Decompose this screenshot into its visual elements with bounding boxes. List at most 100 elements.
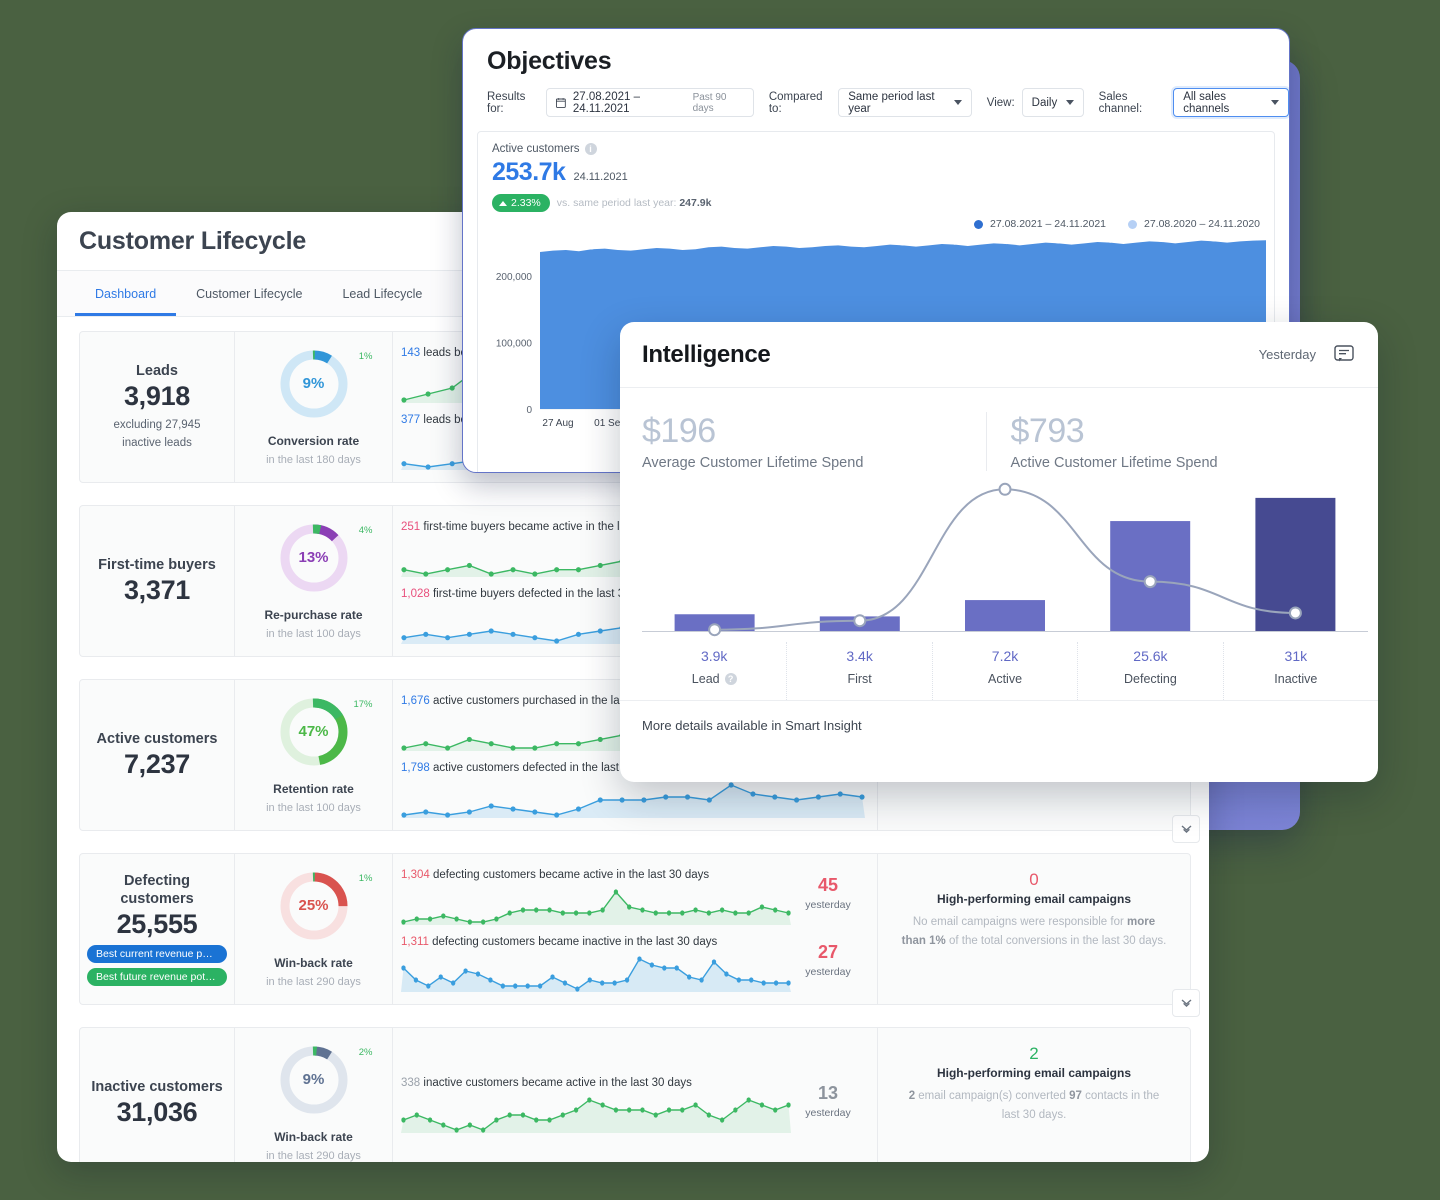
lifecycle-rate-donut: 25% 1% Win-back rate in the last 290 days [235, 854, 393, 1004]
intelligence-footer[interactable]: More details available in Smart Insight [620, 700, 1378, 733]
chart-category-defecting[interactable]: 25.6k Defecting [1077, 642, 1222, 700]
kpi-label: Inactive customers [91, 1078, 223, 1095]
objectives-kpi-label-row: Active customers i [492, 143, 1274, 155]
sparkline [401, 889, 791, 925]
sparkline-count[interactable]: 143 [401, 347, 420, 359]
view-select[interactable]: Daily [1021, 88, 1084, 117]
donut-secondary-percent: 1% [358, 872, 373, 884]
sparkline-left: 1,311 defecting customers became inactiv… [401, 936, 791, 992]
sparkline-count[interactable]: 338 [401, 1077, 420, 1089]
category-value: 3.9k [700, 648, 728, 664]
category-label: Active [933, 672, 1077, 686]
category-label: Inactive [1224, 672, 1368, 686]
tab-lead-lifecycle[interactable]: Lead Lifecycle [322, 271, 442, 316]
intelligence-header: Intelligence Yesterday [620, 322, 1378, 388]
intelligence-timeframe[interactable]: Yesterday [1259, 347, 1316, 362]
objectives-controls: Results for: 27.08.2021 – 24.11.2021 Pas… [463, 76, 1289, 117]
sparkline-count[interactable]: 251 [401, 521, 420, 533]
kpi-label: Active customers [96, 730, 218, 747]
category-label: First [787, 672, 931, 686]
donut-subtitle: in the last 290 days [266, 1149, 361, 1162]
donut-subtitle: in the last 180 days [266, 453, 361, 466]
tab-customer-lifecycle[interactable]: Customer Lifecycle [176, 271, 322, 316]
chart-category-lead[interactable]: 3.9k Lead? [642, 642, 786, 700]
chart-category-active[interactable]: 7.2k Active [931, 642, 1077, 700]
legend-dot [1128, 219, 1137, 229]
donut-wrapper: 9% 2% [277, 1043, 373, 1117]
category-value: 7.2k [991, 648, 1019, 664]
category-label-text: Active [987, 672, 1023, 686]
tab-dashboard[interactable]: Dashboard [75, 271, 176, 316]
legend-label: 27.08.2020 – 24.11.2020 [1144, 218, 1260, 230]
sparkline-block: 338 inactive customers became active in … [401, 1077, 865, 1133]
legend-dot [974, 219, 983, 229]
donut-subtitle: in the last 100 days [266, 627, 361, 640]
email-campaign-description: No email campaigns were responsible for … [901, 916, 1167, 947]
email-campaign-summary: 2 High-performing email campaigns 2 email … [878, 1028, 1190, 1162]
intelligence-kpi: $196 Average Customer Lifetime Spend [642, 412, 986, 471]
sales-channel-select[interactable]: All sales channels [1173, 88, 1289, 117]
sparkline-count[interactable]: 1,304 [401, 869, 430, 881]
page-title: Customer Lifecycle [79, 226, 307, 255]
intelligence-chart [620, 471, 1378, 642]
compared-to-select[interactable]: Same period last year [838, 88, 972, 117]
donut-secondary-percent: 1% [358, 350, 373, 362]
donut-subtitle: in the last 100 days [266, 801, 361, 814]
sales-channel-label: Sales channel: [1098, 90, 1143, 115]
legend-entry[interactable]: 27.08.2020 – 24.11.2020 [1128, 218, 1260, 230]
donut-percent: 13% [298, 549, 329, 566]
sales-channel-value: All sales channels [1183, 90, 1230, 115]
y-axis-tick: 0 [526, 405, 532, 416]
donut-title: Win-back rate [274, 1129, 353, 1144]
chart-category-first[interactable]: 3.4k First [786, 642, 931, 700]
chevron-down-icon [1271, 100, 1279, 105]
email-campaign-title: High-performing email campaigns [936, 1066, 1132, 1080]
sparkline-count[interactable]: 1,798 [401, 762, 430, 774]
donut-title: Re-purchase rate [264, 607, 363, 622]
comment-icon[interactable] [1334, 345, 1354, 364]
date-range-picker[interactable]: 27.08.2021 – 24.11.2021 Past 90 days [546, 88, 754, 117]
donut-wrapper: 9% 1% [277, 347, 373, 421]
bar-line-chart-svg [642, 482, 1368, 637]
sparkline-count[interactable]: 377 [401, 414, 420, 426]
delta-note: vs. same period last year: 247.9k [557, 197, 712, 209]
lifecycle-sparklines: 338 inactive customers became active in … [393, 1028, 878, 1162]
compared-to-label: Compared to: [768, 90, 823, 115]
objectives-kpi-label: Active customers [492, 143, 580, 155]
sparkline-count[interactable]: 1,311 [401, 936, 429, 948]
donut-wrapper: 25% 1% [277, 869, 373, 943]
sparkline [401, 1096, 791, 1133]
expand-row-button[interactable] [1172, 815, 1200, 843]
help-icon[interactable]: ? [724, 673, 737, 685]
revenue-potential-badge[interactable]: Best current revenue pote… [87, 945, 227, 964]
chart-category-inactive[interactable]: 31k Inactive [1222, 642, 1368, 700]
donut-wrapper: 47% 17% [277, 695, 373, 769]
intelligence-panel: Intelligence Yesterday $196 Average Custo… [620, 322, 1378, 782]
expand-row-button[interactable] [1172, 989, 1200, 1017]
delta-value: 2.33% [511, 197, 541, 209]
category-label-text: Inactive [1274, 672, 1318, 686]
lifecycle-sparklines: 1,304 defecting customers became active … [393, 854, 878, 1004]
revenue-potential-badge[interactable]: Best future revenue potent… [87, 968, 227, 987]
kpi-value: 3,371 [123, 575, 191, 606]
legend-entry[interactable]: 27.08.2021 – 24.11.2021 [974, 218, 1106, 230]
bar [965, 600, 1045, 631]
category-label-text: First [847, 672, 872, 686]
delta-note-value: 247.9k [679, 197, 712, 209]
view-value: Daily [1031, 96, 1058, 109]
intelligence-kpi-label: Active Customer Lifetime Spend [1010, 455, 1218, 471]
donut-wrapper: 13% 4% [277, 521, 373, 595]
sparkline-left: 338 inactive customers became active in … [401, 1077, 791, 1133]
donut-secondary-percent: 17% [353, 698, 373, 710]
kpi-value: 25,555 [116, 909, 198, 940]
info-icon[interactable]: i [584, 143, 597, 155]
sparkline-caption: 338 inactive customers became active in … [401, 1076, 692, 1089]
donut-title: Conversion rate [267, 433, 360, 448]
chevron-double-down-icon [1181, 824, 1191, 833]
objectives-kpi-value-row: 253.7k 24.11.2021 [492, 158, 1274, 187]
sparkline-count[interactable]: 1,676 [401, 695, 430, 707]
sparkline-count[interactable]: 1,028 [401, 588, 430, 600]
x-axis-tick: 27 Aug [542, 418, 573, 429]
yesterday-value: 45 [817, 875, 839, 895]
lifecycle-kpi: Active customers 7,237 [80, 680, 235, 830]
